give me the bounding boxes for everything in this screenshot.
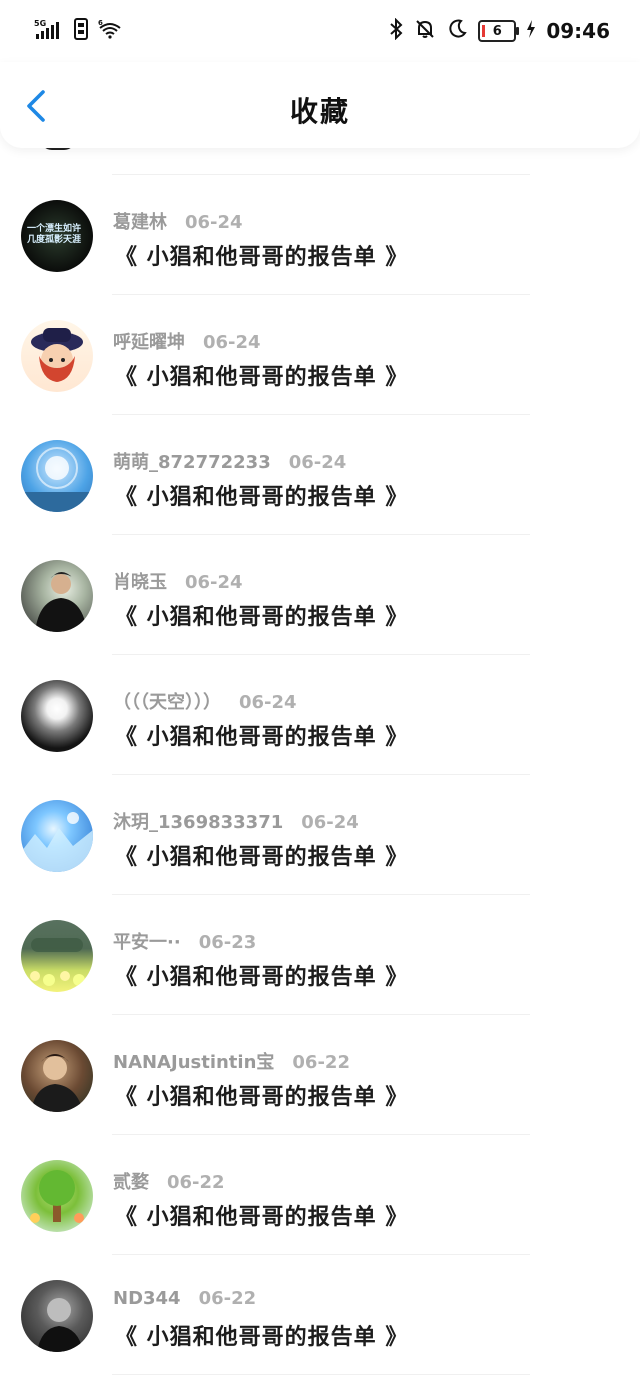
list-item[interactable]: 贰婺 06-22 《 小猖和他哥哥的报告单 》: [0, 1135, 640, 1255]
battery-icon: 6: [478, 20, 520, 42]
date-label: 06-24: [288, 452, 347, 473]
list-item[interactable]: ND344 06-22 《 小猖和他哥哥的报告单 》: [0, 1255, 640, 1375]
list-item[interactable]: 一个漂生如许 几度孤影天涯 葛建林 06-24 《 小猖和他哥哥的报告单 》: [0, 175, 640, 295]
sim-icon: [74, 17, 88, 45]
list-item[interactable]: 沐玥_1369833371 06-24 《 小猖和他哥哥的报告单 》: [0, 775, 640, 895]
avatar[interactable]: [21, 440, 93, 512]
user-name[interactable]: 沐玥_1369833371: [113, 808, 283, 834]
list-item[interactable]: 呼延曜坤 06-24 《 小猖和他哥哥的报告单 》: [0, 295, 640, 415]
list-item-partial: [40, 138, 530, 175]
bluetooth-icon: [388, 17, 404, 45]
cartoon-tree-icon: [30, 1170, 84, 1223]
date-label: 06-23: [198, 932, 257, 953]
avatar-caption: 一个漂生如许 几度孤影天涯: [27, 224, 82, 245]
post-title[interactable]: 《 小猖和他哥哥的报告单 》: [115, 1319, 408, 1351]
post-title[interactable]: 《 小猖和他哥哥的报告单 》: [115, 719, 408, 751]
date-label: 06-24: [301, 812, 359, 833]
user-name[interactable]: 葛建林: [113, 208, 167, 234]
list-item[interactable]: NANAJustintin宝 06-22 《 小猖和他哥哥的报告单 》: [0, 1015, 640, 1135]
divider: [112, 1374, 530, 1375]
date-label: 06-22: [292, 1052, 350, 1073]
user-name[interactable]: ND344: [113, 1288, 181, 1309]
moon-icon: [446, 18, 468, 45]
flower-field-icon: [30, 938, 85, 986]
user-name[interactable]: 呼延曜坤: [113, 328, 185, 354]
date-label: 06-24: [239, 692, 297, 713]
avatar[interactable]: [21, 920, 93, 992]
avatar[interactable]: [21, 1280, 93, 1352]
list-item[interactable]: 萌萌_872772233 06-24 《 小猖和他哥哥的报告单 》: [0, 415, 640, 535]
person-photo-icon: [35, 572, 87, 632]
post-title[interactable]: 《 小猖和他哥哥的报告单 》: [115, 479, 408, 511]
avatar[interactable]: [21, 680, 93, 752]
post-title[interactable]: 《 小猖和他哥哥的报告单 》: [115, 599, 408, 631]
mute-bell-icon: [414, 18, 436, 45]
avatar[interactable]: [21, 1040, 93, 1112]
clock: 09:46: [546, 19, 610, 43]
post-title[interactable]: 《 小猖和他哥哥的报告单 》: [115, 1079, 408, 1111]
cartoon-girl-icon: [31, 328, 83, 382]
date-label: 06-24: [185, 212, 243, 233]
app-header: 收藏: [0, 62, 640, 148]
wifi-icon: 6: [98, 18, 124, 45]
post-title[interactable]: 《 小猖和他哥哥的报告单 》: [115, 839, 408, 871]
date-label: 06-24: [185, 572, 243, 593]
avatar[interactable]: [21, 1160, 93, 1232]
user-name[interactable]: 肖晓玉: [113, 568, 167, 594]
charging-icon: [526, 18, 536, 45]
date-label: 06-24: [203, 332, 261, 353]
ice-landscape-icon: [21, 812, 93, 872]
crystal-flower-icon: [21, 447, 93, 512]
list-item[interactable]: 肖晓玉 06-24 《 小猖和他哥哥的报告单 》: [0, 535, 640, 655]
post-title[interactable]: 《 小猖和他哥哥的报告单 》: [115, 959, 408, 991]
status-bar: 5G 6 6 09:46: [0, 0, 640, 62]
avatar[interactable]: 一个漂生如许 几度孤影天涯: [21, 200, 93, 272]
user-name[interactable]: NANAJustintin宝: [113, 1048, 274, 1074]
avatar[interactable]: [21, 800, 93, 872]
list-item[interactable]: 平安一·· 06-23 《 小猖和他哥哥的报告单 》: [0, 895, 640, 1015]
avatar[interactable]: [21, 560, 93, 632]
user-name[interactable]: （（（天空）））: [113, 688, 221, 714]
avatar[interactable]: [21, 320, 93, 392]
list-item[interactable]: （（（天空））） 06-24 《 小猖和他哥哥的报告单 》: [0, 655, 640, 775]
battery-level: 6: [492, 23, 502, 39]
post-title[interactable]: 《 小猖和他哥哥的报告单 》: [115, 359, 408, 391]
status-left: 5G 6: [34, 17, 124, 45]
page-title: 收藏: [289, 95, 350, 128]
person-photo-icon: [37, 1298, 83, 1352]
user-name[interactable]: 贰婺: [113, 1168, 149, 1194]
person-photo-icon: [31, 1054, 83, 1112]
status-right: 6 09:46: [388, 17, 610, 45]
favorites-list: 一个漂生如许 几度孤影天涯 葛建林 06-24 《 小猖和他哥哥的报告单 》 呼延…: [0, 138, 640, 1375]
user-name[interactable]: 萌萌_872772233: [113, 448, 271, 474]
post-title[interactable]: 《 小猖和他哥哥的报告单 》: [115, 239, 408, 271]
date-label: 06-22: [167, 1172, 225, 1193]
user-name[interactable]: 平安一··: [113, 928, 181, 954]
svg-text:5G: 5G: [34, 19, 46, 28]
post-title[interactable]: 《 小猖和他哥哥的报告单 》: [115, 1199, 408, 1231]
signal-icon: 5G: [34, 18, 64, 45]
date-label: 06-22: [198, 1288, 257, 1309]
